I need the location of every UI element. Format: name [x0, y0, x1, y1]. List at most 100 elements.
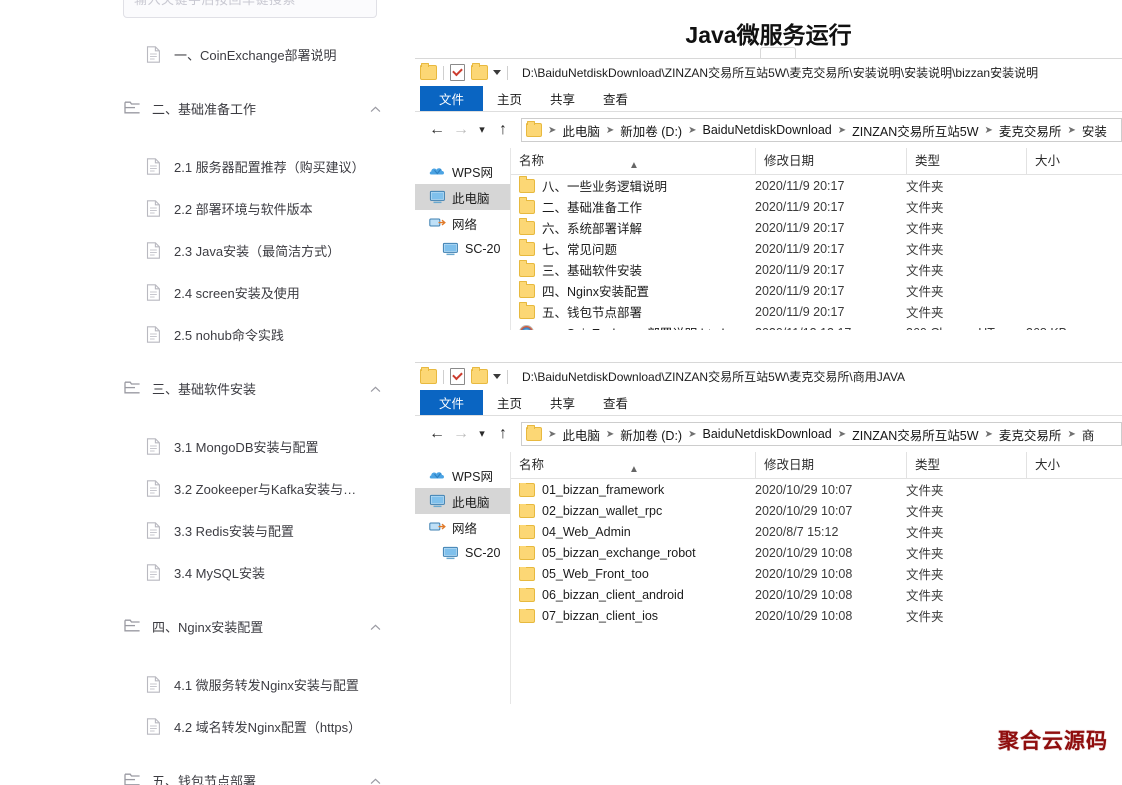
outline-leaf-item[interactable]: 3.1 MongoDB安装与配置 — [0, 430, 403, 462]
file-row[interactable]: 七、常见问题 2020/11/9 20:17 文件夹 — [511, 238, 1122, 259]
file-row[interactable]: 05_bizzan_exchange_robot 2020/10/29 10:08… — [511, 542, 1122, 563]
file-row[interactable]: 五、钱包节点部署 2020/11/9 20:17 文件夹 — [511, 301, 1122, 322]
address-bar-top[interactable]: ➤ 此电脑 ➤ 新加卷 (D:) ➤ BaiduNetdiskDownload … — [521, 118, 1122, 142]
address-bar-bottom[interactable]: ➤ 此电脑 ➤ 新加卷 (D:) ➤ BaiduNetdiskDownload … — [521, 422, 1122, 446]
ribbon-tab-view[interactable]: 查看 — [589, 86, 642, 111]
breadcrumb-item-4[interactable]: 麦克交易所 — [997, 121, 1064, 140]
breadcrumb-item-4[interactable]: 麦克交易所 — [997, 425, 1064, 444]
outline-leaf-item[interactable]: 3.2 Zookeeper与Kafka安装与… — [0, 472, 403, 504]
nav-pane-item-3[interactable]: SC-20 — [415, 236, 510, 262]
ribbon-tab-file[interactable]: 文件 — [420, 390, 484, 415]
chevron-up-icon[interactable] — [370, 775, 381, 785]
folder-icon[interactable] — [420, 367, 437, 384]
customize-caret-icon[interactable] — [493, 374, 501, 379]
recent-locations-icon[interactable]: ▾ — [473, 124, 491, 136]
file-row[interactable]: 01_bizzan_framework 2020/10/29 10:07 文件夹 — [511, 479, 1122, 500]
column-header-type[interactable]: 类型 — [906, 148, 1026, 174]
nav-pane-item-1[interactable]: 此电脑 — [415, 488, 510, 514]
outline-search-box[interactable]: 输入关键字后按回车键搜索 — [123, 0, 377, 18]
breadcrumb-item-3[interactable]: ZINZAN交易所互站5W — [850, 121, 980, 140]
nav-pane-item-1[interactable]: 此电脑 — [415, 184, 510, 210]
customize-caret-icon[interactable] — [493, 70, 501, 75]
nav-pane-item-label: 网络 — [452, 521, 478, 536]
file-row[interactable]: 07_bizzan_client_ios 2020/10/29 10:08 文件夹 — [511, 605, 1122, 626]
outline-leaf-item[interactable]: 3.4 MySQL安装 — [0, 556, 403, 588]
sort-ascending-icon: ▲ — [629, 160, 639, 171]
outline-leaf-item[interactable]: 3.3 Redis安装与配置 — [0, 514, 403, 546]
file-row[interactable]: 一、CoinExchange部署说明.html2020/11/12 12:173… — [511, 322, 1122, 330]
back-arrow-icon[interactable]: ← — [425, 122, 449, 138]
column-header-size[interactable]: 大小 — [1026, 148, 1116, 174]
outline-leaf-item[interactable]: 4.2 域名转发Nginx配置（https） — [0, 710, 403, 742]
chevron-up-icon[interactable] — [370, 103, 381, 114]
nav-pane-item-3[interactable]: SC-20 — [415, 540, 510, 566]
file-name-label: 四、Nginx安装配置 — [542, 285, 649, 299]
file-row[interactable]: 三、基础软件安装 2020/11/9 20:17 文件夹 — [511, 259, 1122, 280]
nav-pane-item-0[interactable]: WPS网 — [415, 462, 510, 488]
ribbon-tab-home[interactable]: 主页 — [483, 86, 536, 111]
recent-locations-icon[interactable]: ▾ — [473, 428, 491, 440]
breadcrumb-item-2[interactable]: BaiduNetdiskDownload — [701, 123, 834, 137]
column-header-size[interactable]: 大小 — [1026, 452, 1116, 478]
outline-leaf-item[interactable]: 2.3 Java安装（最简洁方式） — [0, 234, 403, 266]
forward-arrow-icon[interactable]: → — [449, 122, 473, 138]
outline-tree: 一、CoinExchange部署说明 二、基础准备工作 2.1 服务器配置推荐（购买… — [0, 22, 403, 785]
column-header-date[interactable]: 修改日期 — [755, 148, 906, 174]
column-header-date[interactable]: 修改日期 — [755, 452, 906, 478]
breadcrumb-item-1[interactable]: 新加卷 (D:) — [618, 121, 684, 140]
folder-icon — [519, 503, 535, 518]
file-row[interactable]: 八、一些业务逻辑说明 2020/11/9 20:17 文件夹 — [511, 175, 1122, 196]
file-row[interactable]: 05_Web_Front_too 2020/10/29 10:08 文件夹 — [511, 563, 1122, 584]
nav-pane-item-2[interactable]: 网络 — [415, 514, 510, 540]
document-icon — [146, 563, 161, 581]
outline-group-item[interactable]: 五、钱包节点部署 — [0, 764, 403, 785]
column-header-name[interactable]: 名称 ▲ — [511, 148, 755, 174]
file-row[interactable]: 06_bizzan_client_android 2020/10/29 10:08… — [511, 584, 1122, 605]
file-row[interactable]: 六、系统部署详解 2020/11/9 20:17 文件夹 — [511, 217, 1122, 238]
folder-icon[interactable] — [420, 63, 437, 80]
ribbon-tab-file[interactable]: 文件 — [420, 86, 484, 111]
breadcrumb-item-1[interactable]: 新加卷 (D:) — [618, 425, 684, 444]
nav-pane-item-0[interactable]: WPS网 — [415, 158, 510, 184]
outline-group-item[interactable]: 四、Nginx安装配置 — [0, 610, 403, 642]
breadcrumb-item-0[interactable]: 此电脑 — [560, 121, 602, 140]
outline-spacer — [0, 224, 403, 234]
ribbon-tab-share[interactable]: 共享 — [536, 86, 589, 111]
properties-icon[interactable] — [450, 64, 465, 81]
breadcrumb-item-3[interactable]: ZINZAN交易所互站5W — [850, 425, 980, 444]
file-row[interactable]: 四、Nginx安装配置 2020/11/9 20:17 文件夹 — [511, 280, 1122, 301]
forward-arrow-icon[interactable]: → — [449, 426, 473, 442]
ribbon-tab-share[interactable]: 共享 — [536, 390, 589, 415]
up-arrow-icon[interactable]: ↑ — [491, 426, 515, 442]
breadcrumb-item-5[interactable]: 商 — [1080, 425, 1097, 444]
file-row[interactable]: 02_bizzan_wallet_rpc 2020/10/29 10:07 文件夹 — [511, 500, 1122, 521]
breadcrumb-item-2[interactable]: BaiduNetdiskDownload — [701, 427, 834, 441]
up-arrow-icon[interactable]: ↑ — [491, 122, 515, 138]
column-header-name[interactable]: 名称 ▲ — [511, 452, 755, 478]
file-row[interactable]: 二、基础准备工作 2020/11/9 20:17 文件夹 — [511, 196, 1122, 217]
breadcrumb-item-0[interactable]: 此电脑 — [560, 425, 602, 444]
nav-pane-item-2[interactable]: 网络 — [415, 210, 510, 236]
ribbon-tab-home[interactable]: 主页 — [483, 390, 536, 415]
chevron-up-icon[interactable] — [370, 621, 381, 632]
outline-group-item[interactable]: 二、基础准备工作 — [0, 92, 403, 124]
breadcrumb-item-5[interactable]: 安装 — [1080, 121, 1109, 140]
ribbon-tab-view[interactable]: 查看 — [589, 390, 642, 415]
new-folder-icon[interactable] — [471, 367, 488, 384]
outline-leaf-item[interactable]: 一、CoinExchange部署说明 — [0, 38, 403, 70]
new-folder-icon[interactable] — [471, 63, 488, 80]
outline-group-item[interactable]: 三、基础软件安装 — [0, 372, 403, 404]
back-arrow-icon[interactable]: ← — [425, 426, 449, 442]
document-icon — [146, 45, 161, 63]
outline-leaf-item[interactable]: 2.2 部署环境与软件版本 — [0, 192, 403, 224]
properties-icon[interactable] — [450, 368, 465, 385]
chevron-up-icon[interactable] — [370, 383, 381, 394]
outline-leaf-item[interactable]: 4.1 微服务转发Nginx安装与配置 — [0, 668, 403, 700]
outline-leaf-item[interactable]: 2.1 服务器配置推荐（购买建议） — [0, 150, 403, 182]
document-outline-pane: 输入关键字后按回车键搜索 一、CoinExchange部署说明二、基础准备工作 2… — [0, 0, 404, 785]
outline-leaf-item[interactable]: 2.4 screen安装及使用 — [0, 276, 403, 308]
file-row[interactable]: 04_Web_Admin 2020/8/7 15:12 文件夹 — [511, 521, 1122, 542]
outline-leaf-item[interactable]: 2.5 nohub命令实践 — [0, 318, 403, 350]
column-header-type[interactable]: 类型 — [906, 452, 1026, 478]
explorer-top-navbar: ← → ▾ ↑ ➤ 此电脑 ➤ 新加卷 (D:) ➤ BaiduNetdiskD… — [415, 112, 1122, 148]
